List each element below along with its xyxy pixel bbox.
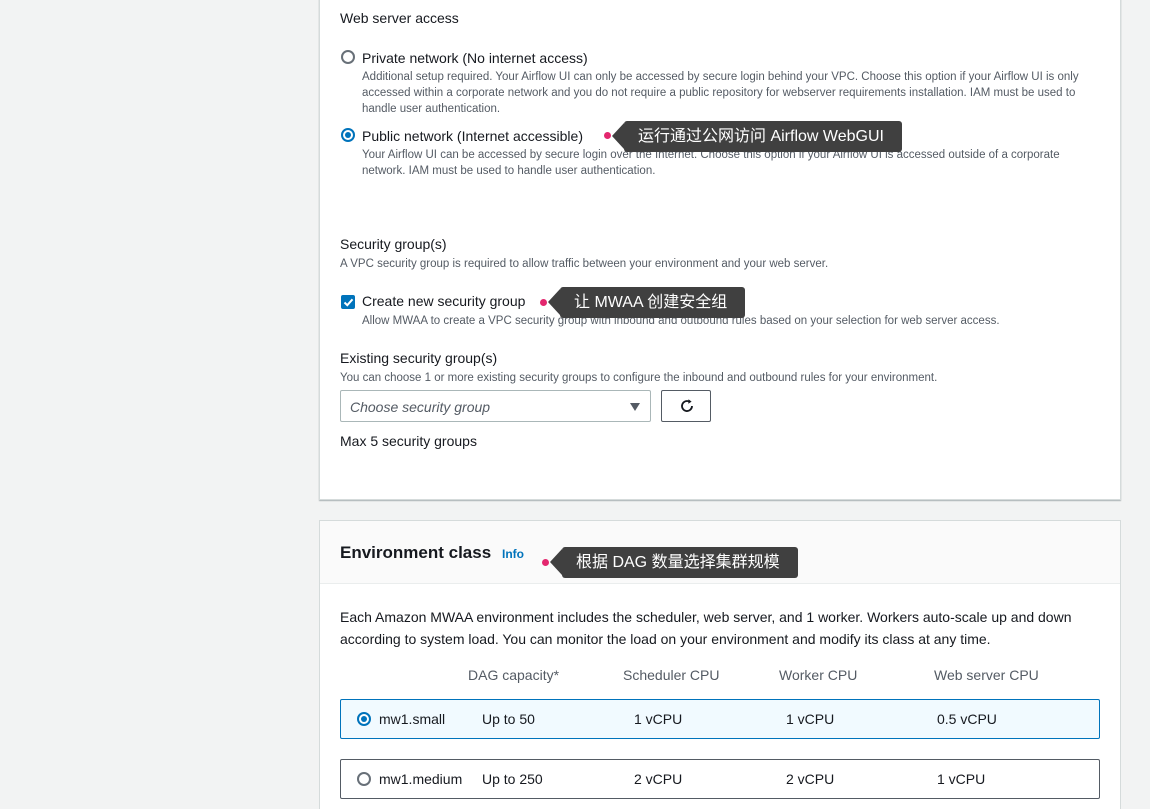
radio-private-network[interactable] [341,50,355,64]
dag-capacity-value: Up to 250 [482,771,543,787]
private-network-label[interactable]: Private network (No internet access) [362,50,588,66]
public-network-label[interactable]: Public network (Internet accessible) [362,128,583,144]
column-header-scheduler-cpu: Scheduler CPU [623,667,720,683]
callout-marker [604,132,611,139]
column-header-webserver-cpu: Web server CPU [934,667,1039,683]
class-name: mw1.medium [379,771,463,787]
refresh-icon [681,399,693,412]
callout-marker [542,559,549,566]
security-groups-heading: Security group(s) [340,236,447,252]
webserver-cpu-value: 0.5 vCPU [937,711,997,727]
column-header-worker-cpu: Worker CPU [779,667,858,683]
callout-public-network: 运行通过公网访问 Airflow WebGUI [612,121,902,152]
environment-class-title: Environment class [340,543,492,562]
max-security-groups-note: Max 5 security groups [340,433,477,449]
webserver-cpu-value: 1 vCPU [937,771,986,787]
create-security-group-checkbox[interactable] [341,295,355,309]
callout-environment-class: 根据 DAG 数量选择集群规模 [550,547,798,578]
refresh-button[interactable] [661,390,711,422]
existing-security-groups-heading: Existing security group(s) [340,350,498,366]
class-name: mw1.small [379,711,446,727]
checkmark-icon [343,298,354,307]
web-server-access-heading: Web server access [340,10,459,26]
security-group-select-placeholder: Choose security group [350,399,491,415]
radio-mw1-medium[interactable] [357,772,371,786]
column-header-dag-capacity: DAG capacity* [468,667,560,683]
environment-class-row-medium[interactable]: mw1.medium Up to 250 2 vCPU 2 vCPU 1 vCP… [340,759,1100,799]
callout-marker [540,299,547,306]
worker-cpu-value: 2 vCPU [786,771,835,787]
worker-cpu-value: 1 vCPU [786,711,835,727]
security-group-select[interactable]: Choose security group [340,390,651,422]
environment-class-row-small[interactable]: mw1.small Up to 50 1 vCPU 1 vCPU 0.5 vCP… [340,699,1100,739]
web-server-access-panel: Web server access Private network (No in… [319,0,1121,500]
security-groups-description: A VPC security group is required to allo… [340,258,829,270]
info-link[interactable]: Info [502,547,524,561]
environment-class-description: Each Amazon MWAA environment includes th… [340,609,1072,647]
dag-capacity-value: Up to 50 [482,711,535,727]
scheduler-cpu-value: 1 vCPU [634,711,683,727]
create-security-group-label[interactable]: Create new security group [362,293,525,309]
callout-security-group: 让 MWAA 创建安全组 [547,287,746,318]
existing-security-groups-description: You can choose 1 or more existing securi… [340,372,938,384]
radio-public-network[interactable] [341,128,355,142]
radio-mw1-small[interactable] [357,712,371,726]
scheduler-cpu-value: 2 vCPU [634,771,683,787]
caret-down-icon [630,403,640,411]
private-network-description: Additional setup required. Your Airflow … [362,71,1079,115]
